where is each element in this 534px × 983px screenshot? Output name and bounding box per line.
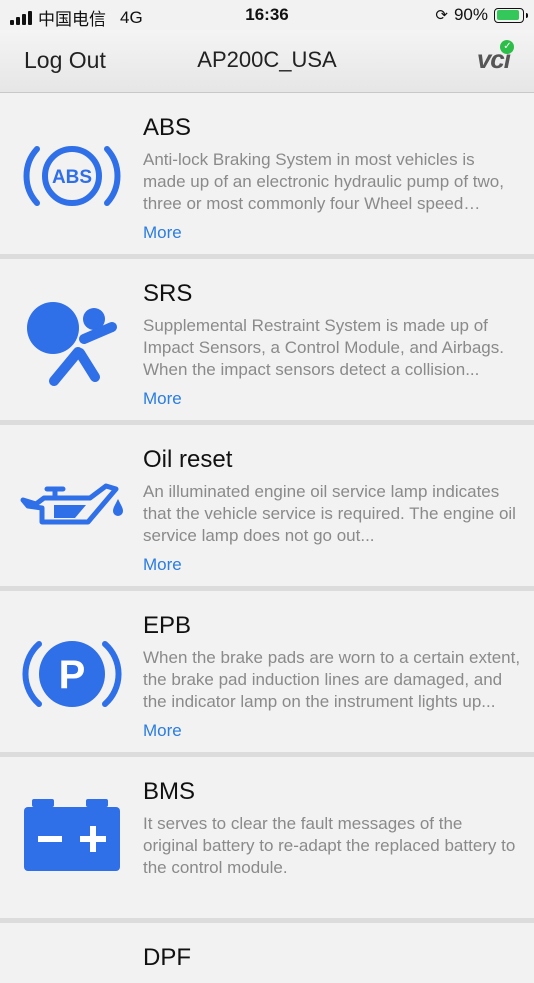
battery-icon <box>24 799 120 871</box>
list-item-bms[interactable]: BMS It serves to clear the fault message… <box>0 757 534 923</box>
item-title: Oil reset <box>143 446 233 473</box>
item-description: When the brake pads are worn to a certai… <box>143 648 521 711</box>
vci-connection-button[interactable]: vci ✓ <box>477 40 514 75</box>
item-description: An illuminated engine oil service lamp i… <box>143 482 516 545</box>
more-link[interactable]: More <box>143 555 182 575</box>
item-title: DPF <box>143 944 191 971</box>
function-list: ABS ABS Anti-lock Braking System in most… <box>0 93 534 983</box>
list-item-epb[interactable]: P EPB When the brake pads are worn to a … <box>0 591 534 757</box>
item-description: Supplemental Restraint System is made up… <box>143 316 504 379</box>
svg-text:P: P <box>59 653 86 697</box>
status-right: ⟳ 90% <box>435 5 528 25</box>
abs-icon: ABS <box>23 146 121 206</box>
more-link[interactable]: More <box>143 389 182 409</box>
item-title: BMS <box>143 778 196 805</box>
list-item-oil-reset[interactable]: Oil reset An illuminated engine oil serv… <box>0 425 534 591</box>
oil-can-icon <box>20 483 123 525</box>
list-item-abs[interactable]: ABS ABS Anti-lock Braking System in most… <box>0 93 534 259</box>
parking-brake-icon: P <box>22 641 122 707</box>
list-item-srs[interactable]: SRS Supplemental Restraint System is mad… <box>0 259 534 425</box>
list-item-dpf[interactable]: DPF <box>0 923 534 983</box>
item-title: SRS <box>143 280 193 307</box>
item-title: EPB <box>143 612 192 639</box>
connected-check-icon: ✓ <box>500 40 514 54</box>
svg-text:ABS: ABS <box>52 167 92 188</box>
battery-status-icon <box>494 7 528 23</box>
airbag-icon <box>27 302 117 386</box>
battery-percent: 90% <box>453 5 488 24</box>
status-bar: 中国电信 4G 16:36 ⟳ 90% <box>0 0 534 30</box>
rotation-lock-icon: ⟳ <box>435 7 448 24</box>
nav-bar: Log Out AP200C_USA vci ✓ <box>0 30 534 93</box>
more-link[interactable]: More <box>143 223 182 243</box>
more-link[interactable]: More <box>143 721 182 741</box>
item-description: Anti-lock Braking System in most vehicle… <box>143 150 504 213</box>
item-description: It serves to clear the fault messages of… <box>143 814 516 877</box>
item-title: ABS <box>143 114 192 141</box>
page-title: AP200C_USA <box>197 47 337 72</box>
